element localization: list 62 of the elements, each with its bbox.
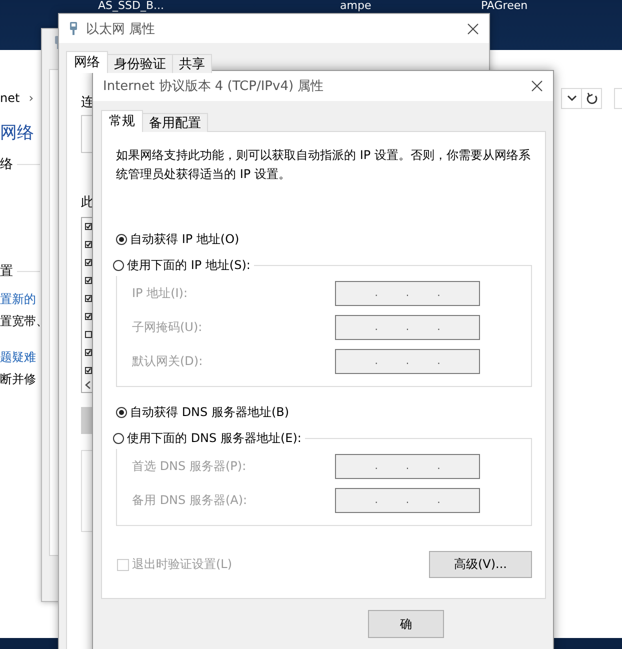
field-label: 默认网关(D): [132, 352, 203, 370]
close-button[interactable] [465, 20, 481, 36]
check-icon [86, 296, 91, 301]
close-icon [531, 80, 543, 92]
breadcrumb-item[interactable]: net [0, 91, 20, 105]
tab[interactable]: 共享 [172, 54, 212, 73]
ethernet-plug-icon [69, 21, 78, 36]
radio-button[interactable] [113, 432, 124, 444]
radio-option[interactable]: 使用下面的 DNS 服务器地址(E): [113, 427, 302, 449]
tab[interactable]: 身份验证 [107, 54, 173, 73]
checkbox[interactable] [85, 277, 92, 284]
ok-button[interactable]: 确 [368, 610, 444, 638]
section-heading: 络 [0, 156, 13, 173]
field-label: IP 地址(I): [132, 284, 188, 302]
desktop-icon-label[interactable]: AS_SSD_B... [98, 0, 164, 12]
radio-button[interactable] [116, 406, 127, 418]
checkbox[interactable] [85, 241, 92, 248]
check-icon [86, 260, 91, 265]
checkbox[interactable] [85, 313, 92, 320]
dropdown-button[interactable] [561, 88, 582, 108]
check-icon [86, 368, 91, 373]
task-description: 置宽带、 [0, 312, 48, 330]
checkbox[interactable] [85, 331, 92, 338]
checkbox[interactable] [85, 223, 92, 230]
breadcrumb-separator: › [28, 91, 34, 105]
section-heading: 置 [0, 263, 13, 280]
radio-button[interactable] [116, 234, 127, 244]
tab[interactable]: 备用配置 [142, 113, 208, 132]
radio-option[interactable]: 自动获得 DNS 服务器地址(B) [116, 401, 532, 423]
checkbox[interactable] [85, 259, 92, 266]
field-label: 首选 DNS 服务器(P): [132, 458, 246, 474]
desktop-icon-label[interactable]: ampe [340, 0, 372, 12]
check-icon [86, 224, 91, 229]
page-heading: 网络 [0, 122, 34, 144]
task-description: 断并修 [0, 370, 36, 388]
tab[interactable]: 常规 [101, 110, 143, 132]
tab[interactable]: 网络 [66, 51, 108, 73]
check-icon [86, 278, 91, 283]
field-label: 备用 DNS 服务器(A): [132, 492, 248, 508]
close-button[interactable] [529, 78, 545, 94]
field-label: 子网掩码(U): [132, 318, 202, 336]
refresh-icon [586, 92, 598, 104]
check-icon [86, 350, 91, 355]
chevron-down-icon [566, 94, 576, 102]
radio-button[interactable] [113, 260, 124, 270]
check-icon [86, 314, 91, 319]
window-title: 以太网 属性 [86, 20, 156, 38]
description-text: 如果网络支持此功能，则可以获取自动指派的 IP 设置。否则，你需要从网络系统管理员处获得适当的 IP 设置。 [116, 147, 532, 183]
task-link[interactable]: 置新的 [0, 290, 36, 308]
refresh-button[interactable] [581, 88, 602, 108]
check-icon [86, 242, 91, 247]
task-link[interactable]: 题疑难 [0, 348, 36, 366]
checkbox[interactable] [85, 295, 92, 302]
advanced-button[interactable]: 高级(V)... [429, 551, 532, 578]
scroll-left-icon [85, 381, 91, 389]
window-title: Internet 协议版本 4 (TCP/IPv4) 属性 [103, 78, 324, 95]
checkbox[interactable] [85, 349, 92, 356]
radio-option[interactable]: 使用下面的 IP 地址(S): [113, 254, 250, 276]
radio-option[interactable]: 自动获得 IP 地址(O) [116, 228, 532, 250]
close-icon [467, 22, 479, 34]
checkbox[interactable] [85, 367, 92, 374]
desktop-icon-label[interactable]: PAGreen [481, 0, 528, 12]
